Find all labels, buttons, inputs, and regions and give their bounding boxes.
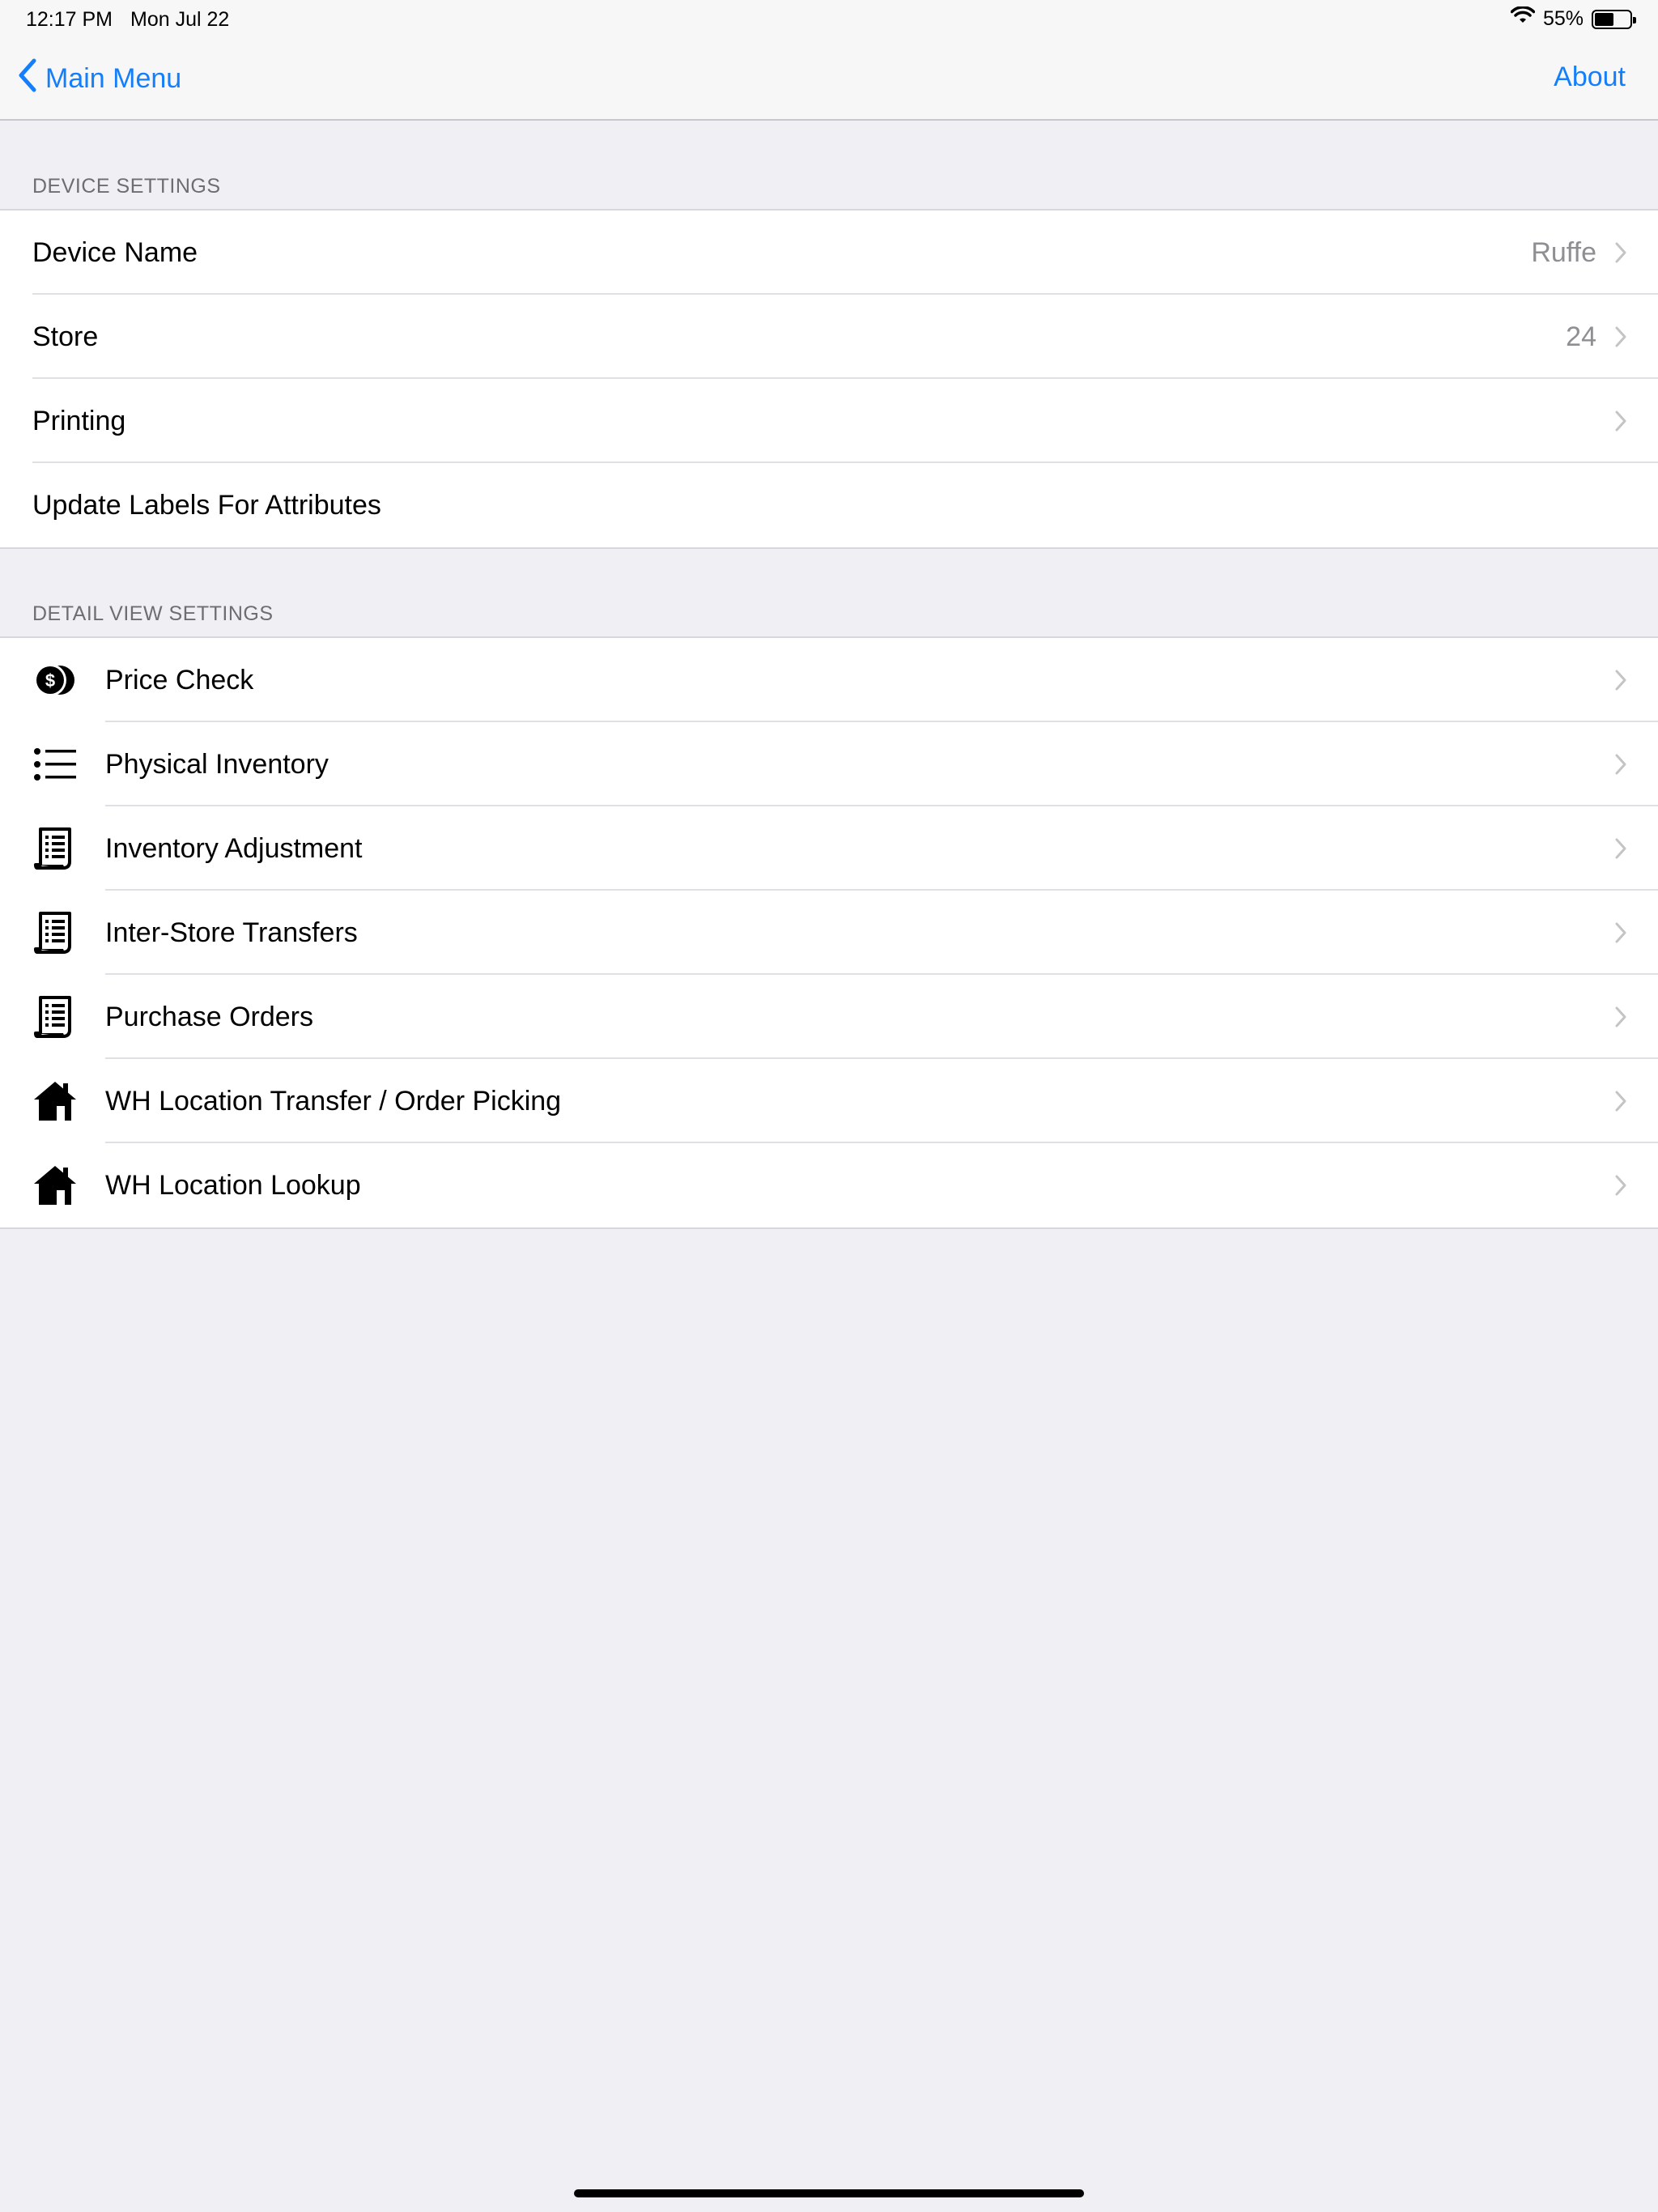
chevron-right-icon [1614, 1174, 1627, 1201]
detail-view-settings-group: $ Price Check Physical Inventory Invento… [0, 636, 1658, 1229]
svg-text:$: $ [45, 670, 55, 691]
chevron-right-icon [1614, 325, 1627, 352]
row-label: Device Name [32, 236, 198, 268]
status-time: 12:17 PM [26, 8, 113, 31]
chevron-right-icon [1614, 669, 1627, 696]
wh-location-lookup-row[interactable]: WH Location Lookup [0, 1143, 1658, 1227]
wifi-icon [1510, 6, 1536, 32]
physical-inventory-row[interactable]: Physical Inventory [0, 722, 1658, 806]
status-bar: 12:17 PM Mon Jul 22 55% [0, 0, 1658, 39]
purchase-orders-row[interactable]: Purchase Orders [0, 975, 1658, 1059]
row-label: Purchase Orders [105, 1001, 313, 1032]
row-label: Inventory Adjustment [105, 832, 363, 864]
chevron-right-icon [1614, 410, 1627, 436]
row-label: Inter-Store Transfers [105, 917, 358, 948]
back-button[interactable]: Main Menu [18, 58, 181, 100]
chevron-right-icon [1614, 837, 1627, 864]
chevron-right-icon [1614, 1090, 1627, 1117]
coins-icon: $ [32, 657, 78, 703]
chevron-left-icon [18, 58, 37, 100]
printing-row[interactable]: Printing [0, 379, 1658, 463]
row-label: Physical Inventory [105, 748, 329, 780]
row-label: Store [32, 321, 99, 352]
device-settings-header: DEVICE SETTINGS [32, 175, 221, 198]
device-name-row[interactable]: Device Name Ruffe [0, 211, 1658, 295]
back-button-label: Main Menu [45, 63, 182, 94]
row-value: Ruffe [1531, 236, 1596, 268]
house-icon [32, 1078, 78, 1124]
store-row[interactable]: Store 24 [0, 295, 1658, 379]
price-check-row[interactable]: $ Price Check [0, 638, 1658, 722]
row-label: Printing [32, 405, 126, 436]
chevron-right-icon [1614, 753, 1627, 780]
chevron-right-icon [1614, 921, 1627, 948]
list-icon [32, 742, 78, 787]
house-icon [32, 1163, 78, 1208]
receipt-icon [32, 826, 78, 871]
about-button[interactable]: About [1554, 62, 1626, 93]
receipt-icon [32, 994, 78, 1040]
status-date: Mon Jul 22 [130, 8, 230, 31]
detail-view-settings-header: DETAIL VIEW SETTINGS [32, 602, 274, 625]
row-label: WH Location Lookup [105, 1169, 361, 1201]
inter-store-transfers-row[interactable]: Inter-Store Transfers [0, 891, 1658, 975]
row-label: WH Location Transfer / Order Picking [105, 1085, 562, 1117]
device-settings-group: Device Name Ruffe Store 24 Printing Upda… [0, 209, 1658, 549]
home-indicator[interactable] [574, 2189, 1084, 2197]
battery-percent: 55% [1542, 7, 1584, 30]
settings-screen: 12:17 PM Mon Jul 22 55% Main Menu About … [0, 0, 1658, 2212]
battery-icon [1592, 9, 1636, 29]
row-label: Update Labels For Attributes [32, 489, 381, 521]
inventory-adjustment-row[interactable]: Inventory Adjustment [0, 806, 1658, 891]
receipt-icon [32, 910, 78, 955]
chevron-right-icon [1614, 241, 1627, 268]
wh-location-transfer-row[interactable]: WH Location Transfer / Order Picking [0, 1059, 1658, 1143]
row-value: 24 [1566, 321, 1596, 352]
chevron-right-icon [1614, 1006, 1627, 1032]
navigation-bar: Main Menu About [0, 39, 1658, 121]
update-labels-row[interactable]: Update Labels For Attributes [0, 463, 1658, 547]
row-label: Price Check [105, 664, 254, 696]
